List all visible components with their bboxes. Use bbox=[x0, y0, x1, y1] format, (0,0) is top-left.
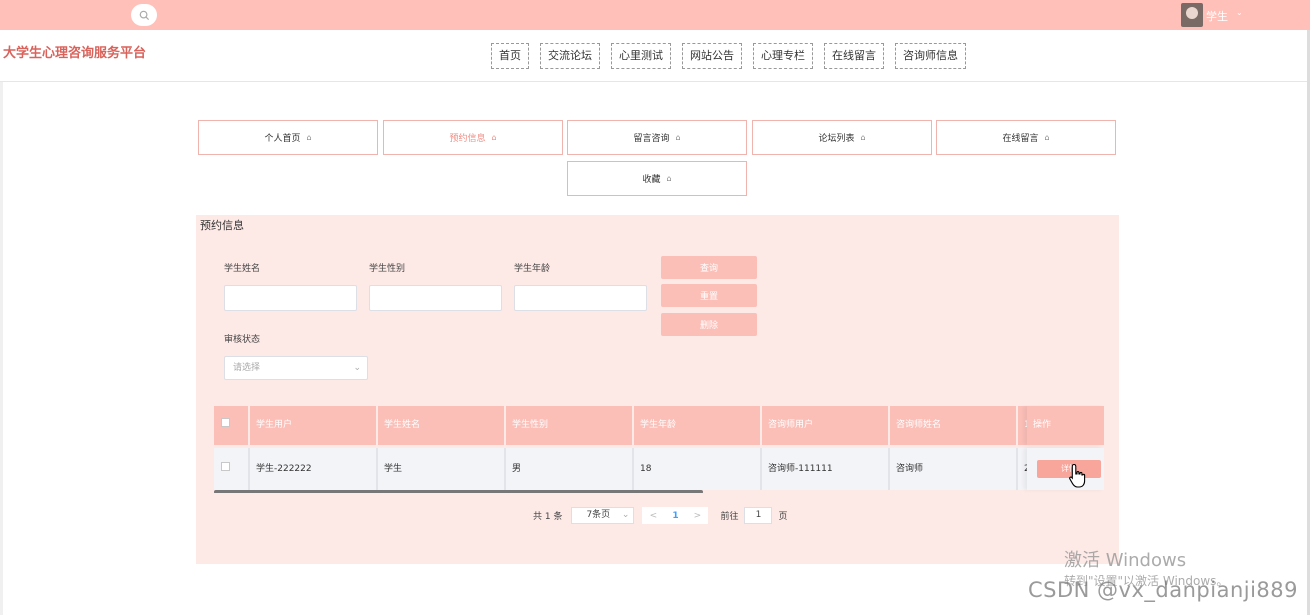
nav-home[interactable]: 首页 bbox=[491, 43, 529, 69]
row-checkbox[interactable] bbox=[221, 462, 230, 471]
panel-title: 预约信息 bbox=[200, 219, 244, 232]
appointments-table: 学生用户 学生姓名 学生性别 学生年龄 咨询师用户 咨询师姓名 1 学生-222… bbox=[214, 405, 1104, 493]
operations-cell: 详情 bbox=[1027, 448, 1104, 490]
col-operations: 操作 bbox=[1027, 406, 1104, 445]
page-size-select[interactable]: 7条页 ⌄ bbox=[571, 507, 635, 524]
tab-online-message[interactable]: 在线留言 ⌂ bbox=[936, 120, 1116, 155]
main-nav: 首页 交流论坛 心里测试 网站公告 心理专栏 在线留言 咨询师信息 bbox=[491, 43, 966, 69]
col-counselor-name[interactable]: 咨询师姓名 bbox=[890, 406, 1018, 445]
tab-personal-home[interactable]: 个人首页 ⌂ bbox=[198, 120, 378, 155]
home-icon: ⌂ bbox=[666, 174, 672, 183]
nav-online-message[interactable]: 在线留言 bbox=[824, 43, 884, 69]
col-student-gender[interactable]: 学生性别 bbox=[506, 406, 634, 445]
tab-label: 论坛列表 bbox=[818, 134, 855, 144]
chevron-down-icon[interactable]: ⌄ bbox=[1236, 8, 1243, 17]
csdn-watermark: CSDN @vx_danpianji889 bbox=[1028, 578, 1299, 602]
nav-counselor-info[interactable]: 咨询师信息 bbox=[895, 43, 966, 69]
student-name-label: 学生姓名 bbox=[224, 264, 261, 274]
student-gender-input[interactable] bbox=[369, 285, 502, 311]
table-header: 学生用户 学生姓名 学生性别 学生年龄 咨询师用户 咨询师姓名 1 bbox=[214, 406, 1098, 445]
select-all-checkbox[interactable] bbox=[221, 418, 230, 427]
delete-button[interactable]: 删除 bbox=[661, 313, 757, 336]
user-name[interactable]: 学生 bbox=[1206, 8, 1228, 24]
col-student-age[interactable]: 学生年龄 bbox=[634, 406, 762, 445]
prev-page-button[interactable]: < bbox=[642, 511, 664, 521]
page-size-value: 7条页 bbox=[586, 510, 611, 520]
tab-favorites[interactable]: 收藏 ⌂ bbox=[567, 161, 747, 196]
tab-label: 预约信息 bbox=[449, 134, 486, 144]
appointment-panel: 预约信息 学生姓名 学生性别 学生年龄 查询 重置 删除 审核状态 请选择 ⌄ … bbox=[196, 215, 1119, 564]
reset-button[interactable]: 重置 bbox=[661, 284, 757, 307]
review-status-label: 审核状态 bbox=[224, 335, 261, 345]
student-gender-label: 学生性别 bbox=[369, 264, 406, 274]
chevron-down-icon: ⌄ bbox=[353, 363, 361, 373]
nav-announcements[interactable]: 网站公告 bbox=[682, 43, 742, 69]
avatar[interactable] bbox=[1181, 3, 1203, 27]
select-all-cell bbox=[214, 406, 250, 445]
home-icon: ⌂ bbox=[675, 133, 681, 142]
tab-message-consult[interactable]: 留言咨询 ⌂ bbox=[567, 120, 747, 155]
nav-forum[interactable]: 交流论坛 bbox=[540, 43, 600, 69]
student-age-input[interactable] bbox=[514, 285, 647, 311]
search-icon bbox=[139, 10, 149, 20]
cell-student-user: 学生-222222 bbox=[250, 448, 378, 490]
next-page-button[interactable]: > bbox=[686, 511, 708, 521]
review-status-select[interactable]: 请选择 ⌄ bbox=[224, 356, 368, 380]
cell-student-age: 18 bbox=[634, 448, 762, 490]
windows-activation-title: 激活 Windows bbox=[1064, 550, 1187, 571]
row-select-cell bbox=[214, 448, 250, 490]
cell-counselor-user: 咨询师-111111 bbox=[762, 448, 890, 490]
site-header: 大学生心理咨询服务平台 首页 交流论坛 心里测试 网站公告 心理专栏 在线留言 … bbox=[0, 30, 1310, 82]
cell-student-name: 学生 bbox=[378, 448, 506, 490]
search-button[interactable] bbox=[131, 4, 157, 26]
goto-suffix: 页 bbox=[778, 512, 788, 522]
student-age-label: 学生年龄 bbox=[514, 264, 551, 274]
query-button[interactable]: 查询 bbox=[661, 256, 757, 279]
student-name-input[interactable] bbox=[224, 285, 357, 311]
home-icon: ⌂ bbox=[860, 133, 866, 142]
tab-label: 个人首页 bbox=[264, 134, 301, 144]
nav-psych-column[interactable]: 心理专栏 bbox=[753, 43, 813, 69]
home-icon: ⌂ bbox=[306, 133, 312, 142]
col-student-name[interactable]: 学生姓名 bbox=[378, 406, 506, 445]
nav-psych-test[interactable]: 心里测试 bbox=[611, 43, 671, 69]
page-nav: < 1 > bbox=[642, 507, 709, 524]
table-row[interactable]: 学生-222222 学生 男 18 咨询师-111111 咨询师 2 bbox=[214, 448, 1098, 490]
top-bar: 学生 ⌄ bbox=[0, 0, 1310, 30]
tab-label: 收藏 bbox=[642, 175, 661, 185]
hand-cursor-icon bbox=[1069, 463, 1086, 488]
tab-forum-list[interactable]: 论坛列表 ⌂ bbox=[752, 120, 932, 155]
home-icon: ⌂ bbox=[1044, 133, 1050, 142]
goto-page-input[interactable]: 1 bbox=[744, 507, 773, 524]
tab-label: 留言咨询 bbox=[633, 134, 670, 144]
pagination: 共 1 条 7条页 ⌄ < 1 > 前往 1 页 bbox=[533, 507, 787, 524]
cell-counselor-name: 咨询师 bbox=[890, 448, 1018, 490]
goto-prefix: 前往 bbox=[720, 512, 739, 522]
left-edge bbox=[0, 82, 3, 615]
cell-student-gender: 男 bbox=[506, 448, 634, 490]
select-placeholder: 请选择 bbox=[233, 363, 261, 373]
tab-appointments[interactable]: 预约信息 ⌂ bbox=[383, 120, 563, 155]
horizontal-scrollbar[interactable] bbox=[214, 490, 703, 493]
col-counselor-user[interactable]: 咨询师用户 bbox=[762, 406, 890, 445]
site-title: 大学生心理咨询服务平台 bbox=[3, 46, 147, 61]
home-icon: ⌂ bbox=[491, 133, 497, 142]
total-count: 共 1 条 bbox=[533, 512, 563, 522]
tab-label: 在线留言 bbox=[1002, 134, 1039, 144]
page-number[interactable]: 1 bbox=[664, 511, 686, 521]
col-student-user[interactable]: 学生用户 bbox=[250, 406, 378, 445]
chevron-down-icon: ⌄ bbox=[621, 510, 630, 520]
